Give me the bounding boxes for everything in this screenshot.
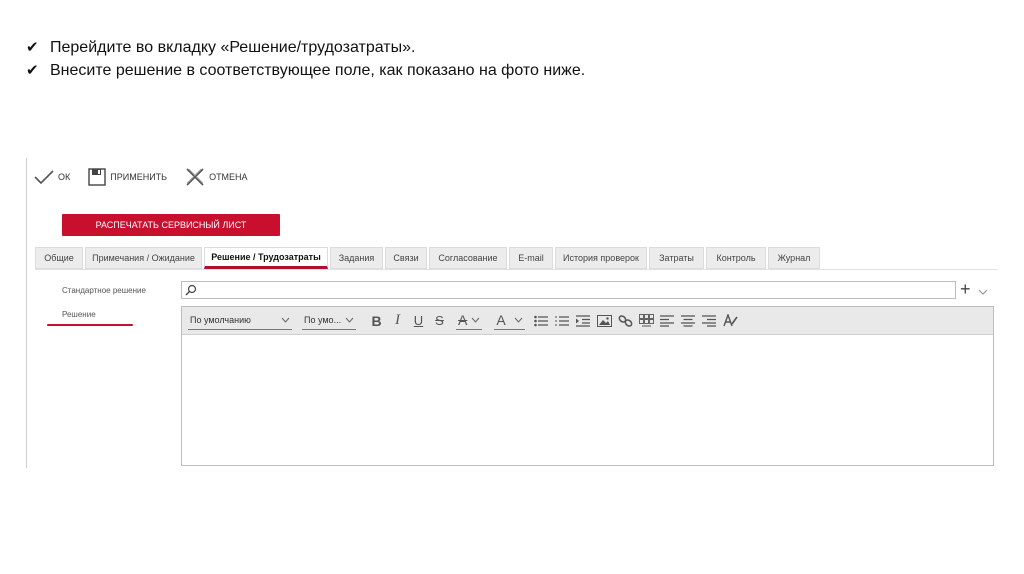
checkmark-icon: ✔: [26, 61, 39, 79]
clear-format-icon: [723, 314, 738, 327]
tab-bar: Общие Примечания / Ожидание Решение / Тр…: [35, 247, 822, 269]
align-left-button[interactable]: [657, 311, 678, 331]
tab-tasks[interactable]: Задания: [330, 247, 383, 269]
font-size-select-value: По умо...: [304, 315, 342, 325]
font-color-icon: A: [496, 312, 506, 328]
chevron-down-icon[interactable]: [978, 283, 988, 301]
search-input[interactable]: [200, 284, 954, 300]
ok-button[interactable]: ОК: [34, 169, 70, 185]
highlight-color-button[interactable]: A: [456, 311, 483, 330]
tab-audit-history[interactable]: История проверок: [555, 247, 647, 269]
strikethrough-button[interactable]: S: [429, 311, 450, 331]
solution-editor: По умолчанию По умо... B I U S A A: [181, 306, 994, 466]
highlight-underline: [47, 324, 133, 326]
tab-costs[interactable]: Затраты: [649, 247, 704, 269]
numbered-list-icon: [555, 315, 570, 326]
tab-journal[interactable]: Журнал: [768, 247, 820, 269]
standard-solution-label: Стандартное решение: [62, 286, 146, 295]
instruction-text: Перейдите во вкладку «Решение/трудозатра…: [50, 39, 416, 56]
bullet-list-button[interactable]: [531, 311, 552, 331]
indent-icon: [576, 314, 591, 327]
checkmark-icon: ✔: [26, 38, 39, 56]
chevron-down-icon: [281, 317, 290, 323]
search-icon: [185, 284, 197, 296]
chevron-down-icon: [471, 317, 480, 323]
font-color-button[interactable]: A: [494, 311, 525, 330]
editor-toolbar: По умолчанию По умо... B I U S A A: [182, 307, 993, 335]
image-icon: [596, 314, 612, 327]
print-service-sheet-button[interactable]: РАСПЕЧАТАТЬ СЕРВИСНЫЙ ЛИСТ: [62, 214, 280, 236]
instruction-line: ✔ Внесите решение в соответствующее поле…: [26, 59, 585, 82]
bullet-list-icon: [534, 315, 549, 326]
apply-button-label: ПРИМЕНИТЬ: [110, 172, 168, 182]
align-left-icon: [660, 314, 675, 327]
tab-approval[interactable]: Согласование: [429, 247, 507, 269]
align-right-button[interactable]: [699, 311, 720, 331]
tab-solution-labor[interactable]: Решение / Трудозатраты: [204, 247, 328, 269]
instruction-text: Внесите решение в соответствующее поле, …: [50, 62, 586, 79]
chevron-down-icon: [345, 317, 354, 323]
close-icon: [186, 168, 204, 186]
align-right-icon: [702, 314, 717, 327]
highlight-icon: A: [458, 312, 468, 328]
tab-control[interactable]: Контроль: [706, 247, 766, 269]
tab-general[interactable]: Общие: [35, 247, 83, 269]
font-select[interactable]: По умолчанию: [188, 312, 292, 330]
insert-image-button[interactable]: [594, 311, 615, 331]
indent-button[interactable]: [573, 311, 594, 331]
ok-button-label: ОК: [58, 172, 71, 182]
align-center-button[interactable]: [678, 311, 699, 331]
add-icon[interactable]: +: [960, 279, 971, 299]
tabs-divider: [35, 269, 998, 270]
app-window: ОК ПРИМЕНИТЬ ОТМЕНА РАСПЕЧАТАТЬ СЕРВИСНЫ…: [26, 158, 998, 468]
align-center-icon: [681, 314, 696, 327]
solution-label: Решение: [62, 310, 96, 319]
apply-button[interactable]: ПРИМЕНИТЬ: [88, 168, 167, 186]
check-icon: [34, 170, 54, 185]
bold-button[interactable]: B: [366, 311, 387, 331]
tab-links[interactable]: Связи: [385, 247, 427, 269]
instruction-line: ✔ Перейдите во вкладку «Решение/трудозат…: [26, 36, 585, 59]
standard-solution-search: [181, 281, 956, 300]
main-toolbar: ОК ПРИМЕНИТЬ ОТМЕНА: [34, 166, 266, 188]
numbered-list-button[interactable]: [552, 311, 573, 331]
chevron-down-icon: [514, 317, 523, 323]
tab-email[interactable]: E-mail: [509, 247, 553, 269]
instructions: ✔ Перейдите во вкладку «Решение/трудозат…: [26, 36, 585, 82]
tab-notes-waiting[interactable]: Примечания / Ожидание: [85, 247, 202, 269]
font-size-select[interactable]: По умо...: [302, 312, 356, 330]
link-icon: [618, 314, 633, 327]
cancel-button-label: ОТМЕНА: [209, 172, 248, 182]
insert-link-button[interactable]: [615, 311, 636, 331]
underline-button[interactable]: U: [408, 311, 429, 331]
cancel-button[interactable]: ОТМЕНА: [185, 168, 248, 186]
save-icon: [88, 168, 106, 186]
font-select-value: По умолчанию: [190, 315, 251, 325]
clear-format-button[interactable]: [720, 311, 741, 331]
table-icon: [638, 313, 654, 326]
window-border: [26, 158, 27, 468]
insert-table-button[interactable]: [636, 311, 657, 331]
solution-text-area[interactable]: [182, 335, 993, 465]
italic-button[interactable]: I: [387, 311, 408, 331]
